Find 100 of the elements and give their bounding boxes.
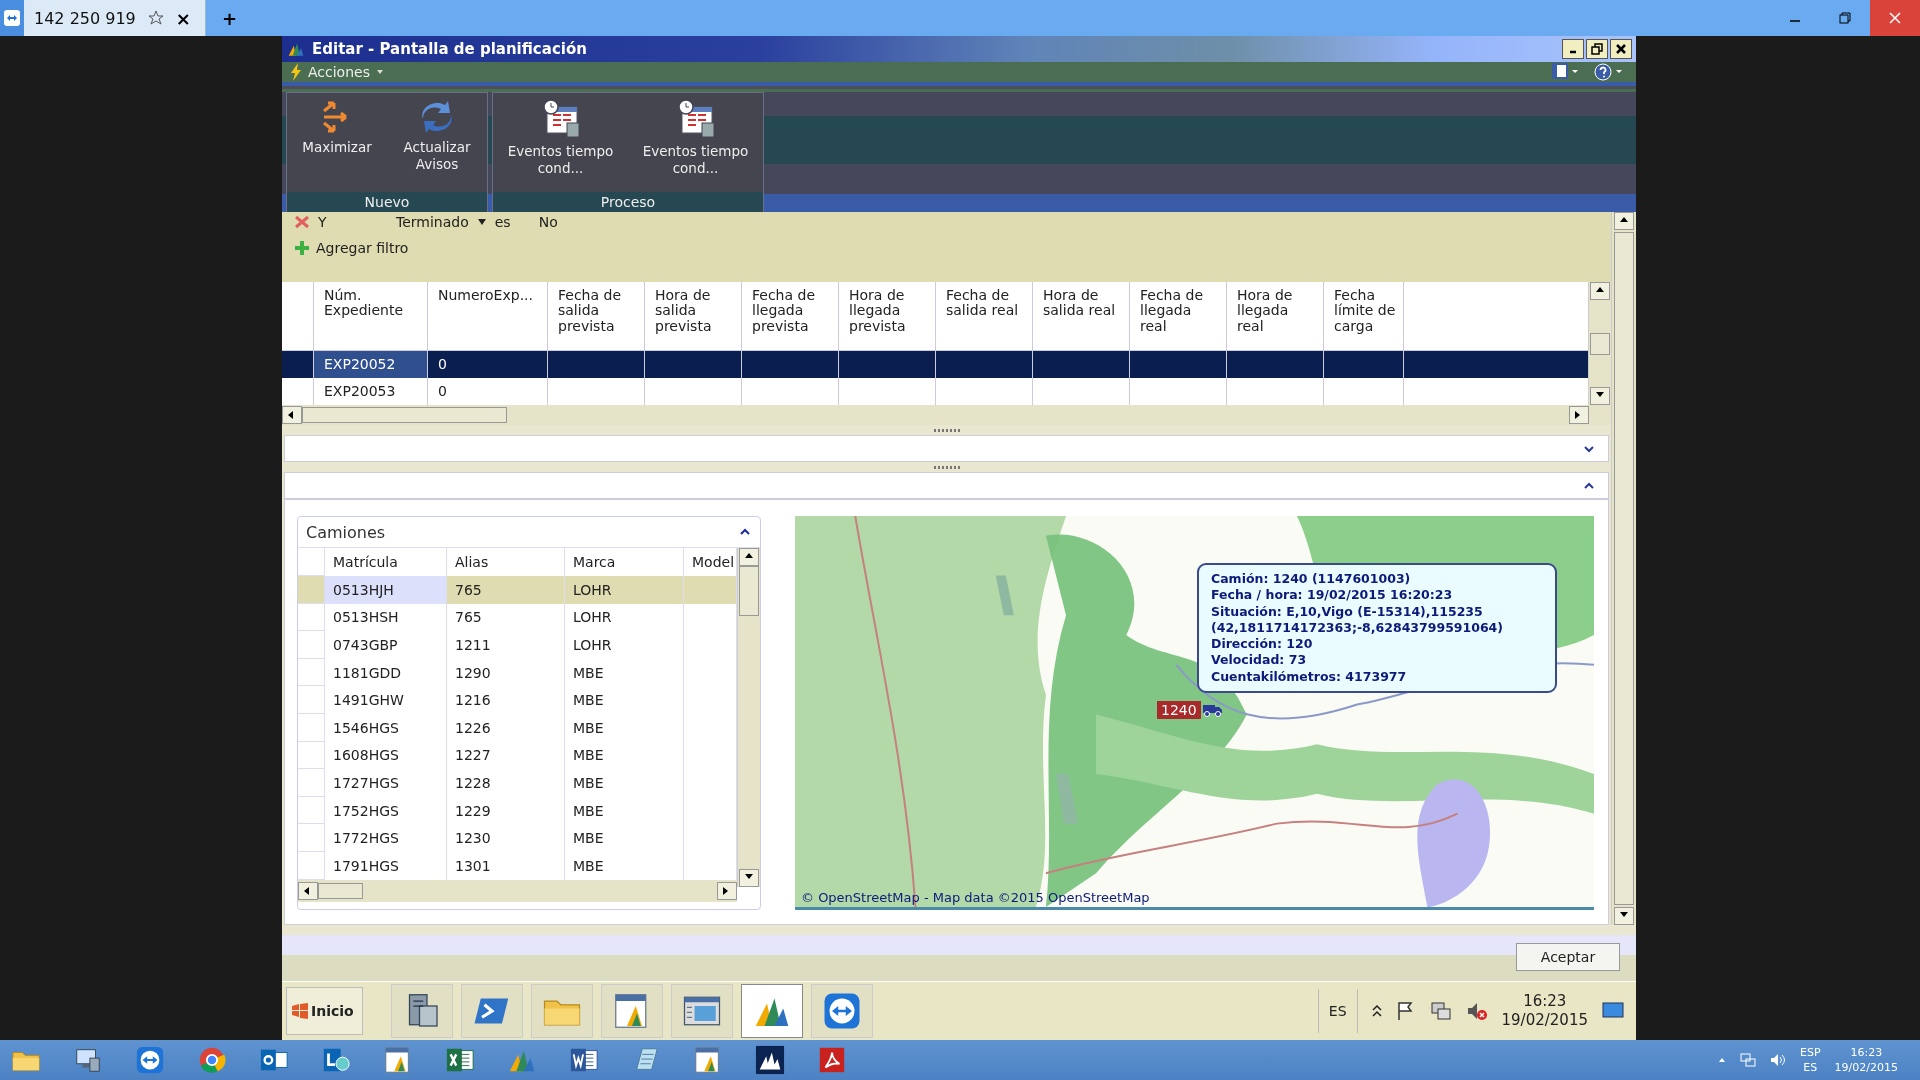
table-cell: 0513HSH xyxy=(333,609,399,626)
network-icon[interactable] xyxy=(1740,1053,1756,1067)
filter-conjunction[interactable]: Y xyxy=(318,214,388,230)
scroll-down-button[interactable] xyxy=(1590,387,1610,405)
scrollbar-thumb[interactable] xyxy=(302,407,507,423)
scroll-down-button[interactable] xyxy=(1614,907,1634,925)
table-cell: 1546HGS xyxy=(333,719,399,736)
scroll-down-button[interactable] xyxy=(739,869,759,887)
layout-icon[interactable] xyxy=(1552,63,1580,79)
logo-icon xyxy=(291,1003,309,1019)
column-header[interactable]: NumeroExp... xyxy=(428,282,548,350)
scroll-up-button[interactable] xyxy=(1590,282,1610,300)
column-header[interactable]: Hora de salida real xyxy=(1033,282,1130,350)
table-cell: MBE xyxy=(573,747,604,764)
restore-button[interactable] xyxy=(1586,39,1608,59)
collapse-icon[interactable] xyxy=(1584,481,1594,490)
close-button[interactable] xyxy=(1610,39,1632,59)
input-language[interactable]: ESP ES xyxy=(1800,1044,1821,1076)
language-indicator[interactable]: ES xyxy=(1317,989,1358,1033)
restore-icon xyxy=(1591,43,1603,55)
scroll-left-button[interactable] xyxy=(282,406,302,424)
table-cell: LOHR xyxy=(573,581,612,598)
column-header[interactable]: Hora de salida prevista xyxy=(645,282,742,350)
clock[interactable]: 16:23 19/02/2015 xyxy=(1501,992,1588,1030)
scrollbar-thumb[interactable] xyxy=(739,566,759,616)
new-tab-button[interactable]: + xyxy=(221,0,237,36)
remove-filter-icon[interactable] xyxy=(294,215,310,229)
column-header[interactable]: Núm. Expediente xyxy=(314,282,428,350)
network-icon[interactable] xyxy=(1429,1001,1452,1021)
table-cell: 0 xyxy=(438,356,447,373)
table-cell: EXP20053 xyxy=(324,383,396,400)
ribbon-button[interactable]: Eventos tiempo cond... xyxy=(500,99,621,192)
vehicle-label[interactable]: 1240 xyxy=(1157,701,1201,719)
table-cell: LOHR xyxy=(573,609,612,626)
table-cell: 765 xyxy=(455,609,482,626)
scroll-up-button[interactable] xyxy=(1614,212,1634,230)
add-filter-button[interactable]: Agregar filtro xyxy=(294,240,409,256)
column-header[interactable]: Matrícula xyxy=(333,554,398,570)
pdf-app-icon[interactable] xyxy=(817,1045,847,1075)
window-title: Editar - Pantalla de planificación xyxy=(312,40,587,58)
table-cell: 1230 xyxy=(455,830,491,847)
restore-icon[interactable] xyxy=(1839,12,1851,24)
filter-field[interactable]: Terminado xyxy=(396,214,469,230)
column-header[interactable]: Fecha de llegada real xyxy=(1130,282,1227,350)
truck-row[interactable]: 0513HJH 765 LOHR xyxy=(298,576,737,604)
column-header[interactable]: Hora de llegada prevista xyxy=(839,282,936,350)
accept-button[interactable]: Aceptar xyxy=(1516,943,1620,971)
dropdown-icon[interactable] xyxy=(476,218,487,226)
ribbon-button[interactable]: Actualizar Avisos xyxy=(392,99,482,192)
grid-row[interactable]: EXP20052 0 xyxy=(282,351,1588,378)
scroll-up-button[interactable] xyxy=(739,548,759,566)
table-cell: 1752HGS xyxy=(333,802,399,819)
splitter-handle[interactable] xyxy=(933,428,960,432)
scrollbar-thumb[interactable] xyxy=(1614,232,1634,905)
speaker-icon[interactable] xyxy=(1770,1053,1786,1067)
start-button[interactable]: Inicio xyxy=(286,987,363,1035)
close-icon[interactable] xyxy=(1889,12,1901,24)
session-tab[interactable]: 142 250 919 × xyxy=(24,0,206,36)
browser-icon[interactable] xyxy=(197,1045,227,1075)
tooltip-line: Cuentakilómetros: 4173977 xyxy=(1211,668,1408,685)
taskbar-button[interactable] xyxy=(810,984,873,1038)
scrollbar-thumb[interactable] xyxy=(1590,332,1610,355)
filter-value[interactable]: No xyxy=(538,214,558,230)
scroll-right-button[interactable] xyxy=(1569,406,1589,424)
clock[interactable]: 16:23 19/02/2015 xyxy=(1834,1044,1898,1076)
truck-icon[interactable] xyxy=(1202,703,1223,717)
collapse-icon[interactable] xyxy=(740,528,750,536)
taskbar-button[interactable] xyxy=(390,984,453,1038)
column-header[interactable]: Fecha de salida real xyxy=(936,282,1033,350)
table-cell: 1211 xyxy=(455,637,491,653)
muted-speaker-icon[interactable] xyxy=(1465,1001,1488,1021)
minimize-button[interactable] xyxy=(1562,39,1584,59)
column-header[interactable]: Marca xyxy=(573,554,616,570)
help-icon[interactable] xyxy=(1594,63,1624,81)
column-header[interactable]: Alias xyxy=(455,554,489,570)
star-icon[interactable] xyxy=(147,10,164,26)
taskbar-button[interactable] xyxy=(600,984,663,1038)
scroll-right-button[interactable] xyxy=(717,881,737,900)
column-header[interactable]: Model xyxy=(692,554,735,570)
expand-icon[interactable] xyxy=(1584,444,1594,453)
column-header[interactable]: Fecha de salida prevista xyxy=(548,282,645,350)
show-desktop-icon[interactable] xyxy=(1602,1002,1624,1020)
splitter-handle[interactable] xyxy=(933,465,960,469)
actions-menu[interactable]: Acciones xyxy=(290,63,384,81)
taskbar-button[interactable] xyxy=(460,984,523,1038)
scroll-left-button[interactable] xyxy=(298,881,318,900)
remote-app-icon[interactable] xyxy=(3,9,21,27)
ribbon-button[interactable]: Maximizar xyxy=(292,99,382,192)
column-header[interactable]: Hora de llegada real xyxy=(1227,282,1324,350)
chevron-up-icon[interactable] xyxy=(1371,1005,1382,1017)
scrollbar-thumb[interactable] xyxy=(318,882,363,899)
filter-operator[interactable]: es xyxy=(494,214,531,230)
ribbon-button[interactable]: Eventos tiempo cond... xyxy=(635,99,756,192)
teamviewer-icon[interactable] xyxy=(135,1045,165,1075)
close-tab-button[interactable]: × xyxy=(175,7,191,29)
taskbar-button[interactable] xyxy=(670,984,733,1038)
column-header[interactable]: Fecha de llegada prevista xyxy=(742,282,839,350)
taskbar-button[interactable] xyxy=(740,984,803,1038)
chart-logo-icon[interactable] xyxy=(755,1045,785,1075)
column-header[interactable]: Fecha límite de carga xyxy=(1324,282,1404,350)
